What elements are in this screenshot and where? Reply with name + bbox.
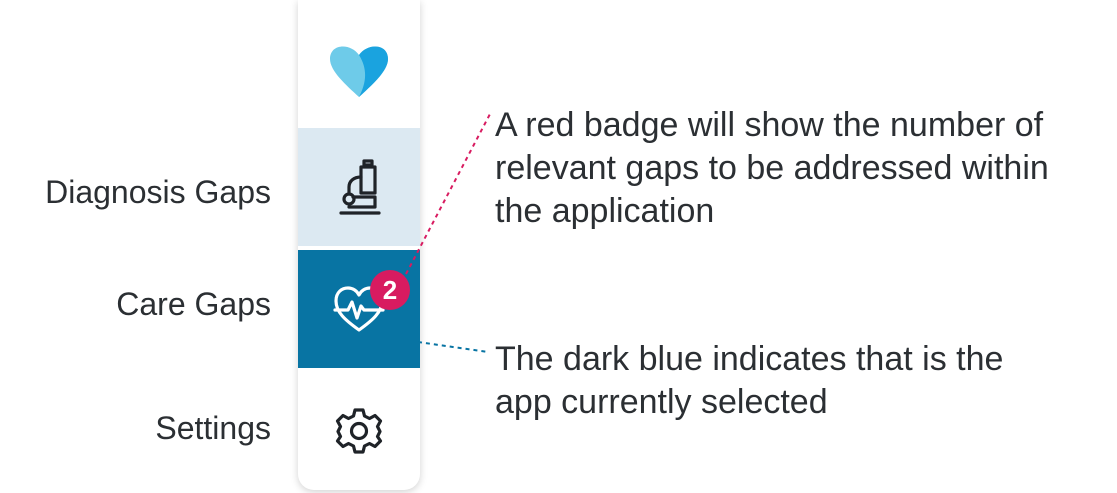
sidebar-item-care-gaps[interactable]: 2 [298,250,420,368]
callout-badge-explanation: A red badge will show the number of rele… [495,104,1049,234]
gear-icon [335,408,383,454]
selected-connector-line [417,341,489,353]
callout-selected-line-2: app currently selected [495,383,828,422]
callout-badge-line-3: the application [495,192,715,231]
microscope-icon [339,159,381,215]
label-settings: Settings [155,410,271,446]
label-diagnosis-gaps: Diagnosis Gaps [45,174,271,210]
callout-badge-line-2: relevant gaps to be addressed within [495,149,1049,188]
callout-selected-line-1: The dark blue indicates that is the [495,340,1004,378]
care-gaps-count-badge: 2 [370,270,410,310]
sidebar-item-settings[interactable] [298,372,420,490]
sidebar-item-diagnosis-gaps[interactable] [298,128,420,246]
heart-logo-icon [330,46,388,97]
app-sidebar: 2 [298,0,420,490]
callout-selected-explanation: The dark blue indicates that is the app … [495,338,1003,424]
label-care-gaps: Care Gaps [116,286,271,322]
callout-badge-line-1: A red badge will show the number of [495,106,1044,144]
app-logo [298,14,420,126]
